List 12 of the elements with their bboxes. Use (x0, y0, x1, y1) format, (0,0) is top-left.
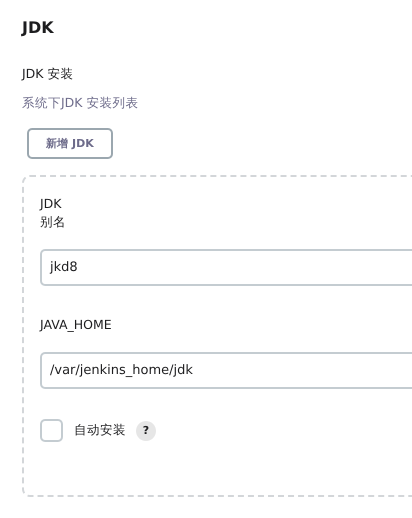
auto-install-checkbox[interactable] (40, 419, 63, 442)
field-label: JAVA_HOME (40, 316, 113, 334)
field-label: JDK (40, 195, 63, 213)
field-description: 系统下JDK 安装列表 (22, 95, 140, 112)
field-label: 别名 (40, 213, 67, 231)
help-button[interactable]: ? (136, 420, 156, 440)
name-input-field[interactable]: jkd8 (40, 249, 412, 286)
checkbox-label: 自动安装 (74, 422, 126, 439)
field-label: JDK 安装 (22, 65, 74, 83)
add-jdk-button[interactable]: 新增 JDK (27, 128, 113, 159)
section-title: JDK (22, 18, 55, 37)
java-home-input-field[interactable]: /var/jenkins_home/jdk (40, 352, 412, 389)
